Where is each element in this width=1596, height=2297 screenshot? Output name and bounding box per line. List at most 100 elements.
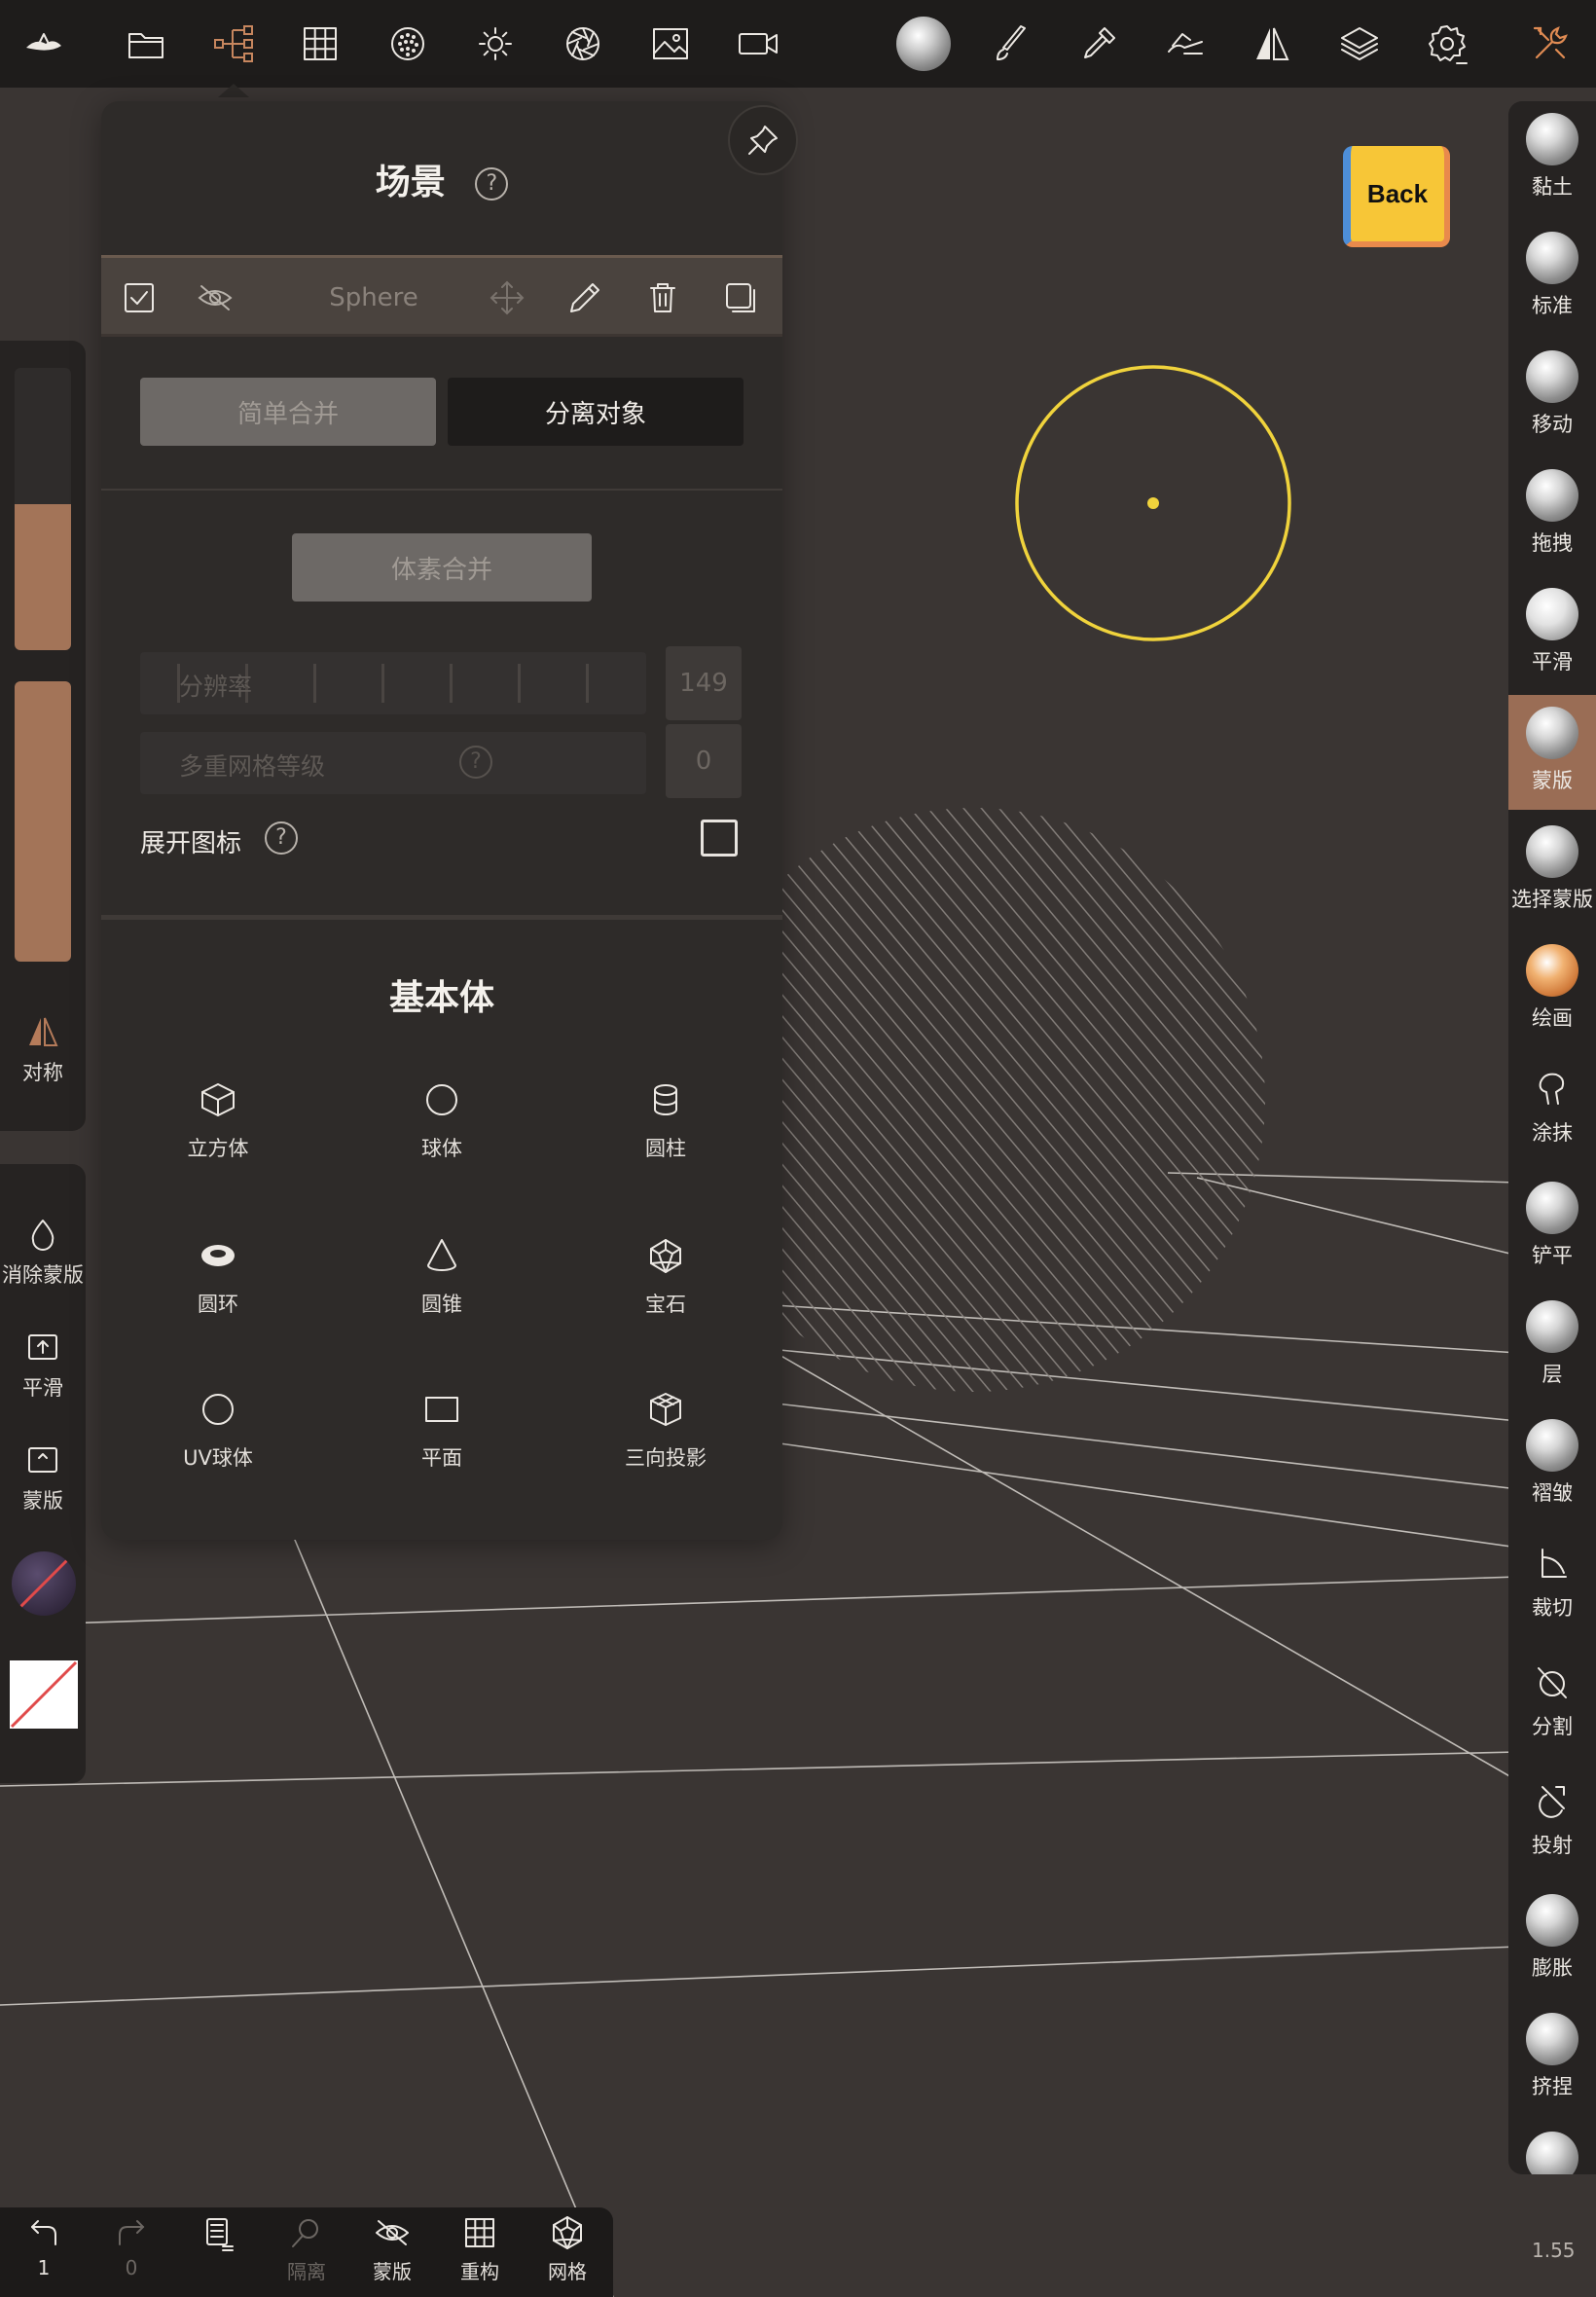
tool-settings-button[interactable] [1143,0,1230,88]
primitive-label: 立方体 [187,1137,249,1160]
duplicate-button[interactable] [716,273,765,322]
intensity-slider[interactable] [15,681,71,962]
eye-off-icon [376,2220,409,2245]
multires-slider[interactable]: 多重网格等级 ? [140,732,646,794]
help-icon[interactable]: ? [459,746,492,779]
background-button[interactable] [627,0,714,88]
picker-button[interactable] [1055,0,1143,88]
files-button[interactable] [103,0,191,88]
tool-smooth[interactable]: 平滑 [1508,576,1596,691]
tool-smudge[interactable]: 涂抹 [1508,1051,1596,1166]
stroke-button[interactable] [967,0,1055,88]
primitive-torus[interactable]: 圆环 [140,1234,296,1351]
separate-object-button[interactable]: 分离对象 [448,378,744,446]
tool-crease[interactable]: 褶皱 [1508,1407,1596,1522]
undo-count: 1 [37,2256,51,2279]
object-name[interactable]: Sphere [276,283,471,312]
tool-mask[interactable]: 蒙版 [1508,695,1596,810]
tool-trim[interactable]: 裁切 [1508,1526,1596,1641]
clay-icon [1526,113,1578,165]
smooth-mask-button[interactable]: 平滑 [0,1328,86,1402]
tool-standard[interactable]: 标准 [1508,220,1596,335]
move-object-button[interactable] [483,273,531,322]
primitive-gem[interactable]: 宝石 [588,1234,744,1351]
isolate-label: 隔离 [287,2260,326,2283]
delete-button[interactable] [638,273,687,322]
sharpen-mask-button[interactable]: 蒙版 [0,1440,86,1514]
project-icon [1539,1786,1565,1818]
undo-button[interactable]: 1 [0,2213,88,2297]
tool-layer[interactable]: 层 [1508,1289,1596,1404]
rename-button[interactable] [561,273,609,322]
object-row[interactable]: Sphere [101,255,782,337]
layers-icon [1341,27,1378,60]
primitive-plane[interactable]: 平面 [364,1388,520,1505]
tool-select-mask[interactable]: 选择蒙版 [1508,814,1596,929]
primitive-triplanar[interactable]: 三向投影 [588,1388,744,1505]
select-checkbox[interactable] [115,273,163,322]
app-menu-button[interactable] [0,0,88,88]
tool-project[interactable]: 投射 [1508,1764,1596,1878]
multires-value[interactable]: 0 [666,724,742,798]
radius-slider-fill [15,504,71,650]
voxel-merge-button[interactable]: 体素合并 [292,533,592,602]
wireframe-button[interactable]: 网格 [524,2213,611,2297]
settings-button[interactable] [1403,0,1491,88]
plane-icon [425,1397,458,1422]
resolution-value[interactable]: 149 [666,646,742,720]
matcap-button[interactable] [880,0,967,88]
video-button[interactable] [714,0,802,88]
topology-button[interactable] [276,0,364,88]
help-icon[interactable]: ? [265,821,298,855]
tool-split[interactable]: 分割 [1508,1645,1596,1760]
simple-merge-label: 简单合并 [236,399,339,429]
orientation-cube[interactable]: Back [1343,146,1450,247]
move-arrows-icon [490,280,525,315]
help-icon[interactable]: ? [475,167,509,201]
tool-drag[interactable]: 拖拽 [1508,457,1596,572]
simple-merge-button[interactable]: 简单合并 [140,378,436,446]
tool-paint[interactable]: 绘画 [1508,932,1596,1047]
isolate-button[interactable]: 隔离 [263,2213,350,2297]
symmetry-toggle[interactable]: 对称 [0,1012,86,1086]
left-slider-panel: 对称 [0,341,86,1131]
remesh-button[interactable]: 重构 [436,2213,524,2297]
drag-icon [1526,469,1578,522]
camera-settings-button[interactable] [539,0,627,88]
primitive-cylinder[interactable]: 圆柱 [588,1078,744,1195]
tool-move[interactable]: 移动 [1508,339,1596,454]
tools-menu-button[interactable] [1506,0,1594,88]
pin-icon [748,126,778,155]
scene-button[interactable] [191,0,278,88]
expand-icons-checkbox[interactable] [701,820,738,857]
tool-inflate[interactable]: 膨胀 [1508,1882,1596,1997]
visibility-toggle[interactable] [191,273,239,322]
tool-pinch[interactable]: 挤捏 [1508,2001,1596,2116]
scene-list-button[interactable] [175,2213,263,2297]
primitive-sphere[interactable]: 球体 [364,1078,520,1195]
smudge-icon [1539,1073,1565,1105]
resolution-slider[interactable]: 分辨率 [140,652,646,714]
symmetry-button[interactable] [1228,0,1316,88]
mask-icon [1526,707,1578,759]
primitive-uv-sphere[interactable]: UV球体 [140,1388,296,1505]
mask-visibility-button[interactable]: 蒙版 [348,2213,436,2297]
primitive-cone[interactable]: 圆锥 [364,1234,520,1351]
pin-panel-button[interactable] [728,105,798,175]
redo-button[interactable]: 0 [88,2213,175,2297]
wireframe-label: 网格 [548,2260,587,2283]
tool-label: 投射 [1532,1834,1573,1857]
color-swatch[interactable] [10,1660,78,1729]
clear-mask-button[interactable]: 消除蒙版 [0,1215,86,1289]
tool-clay[interactable]: 黏土 [1508,101,1596,216]
tool-more[interactable] [1508,2120,1596,2174]
material-button[interactable] [364,0,452,88]
tool-flatten[interactable]: 铲平 [1508,1170,1596,1285]
radius-slider[interactable] [15,368,71,650]
scene-tree-icon [214,25,253,62]
primitive-cube[interactable]: 立方体 [140,1078,296,1195]
matcap-preview-slot[interactable] [12,1551,76,1616]
layers-button[interactable] [1316,0,1403,88]
lighting-button[interactable] [452,0,539,88]
flatten-icon [1526,1182,1578,1234]
